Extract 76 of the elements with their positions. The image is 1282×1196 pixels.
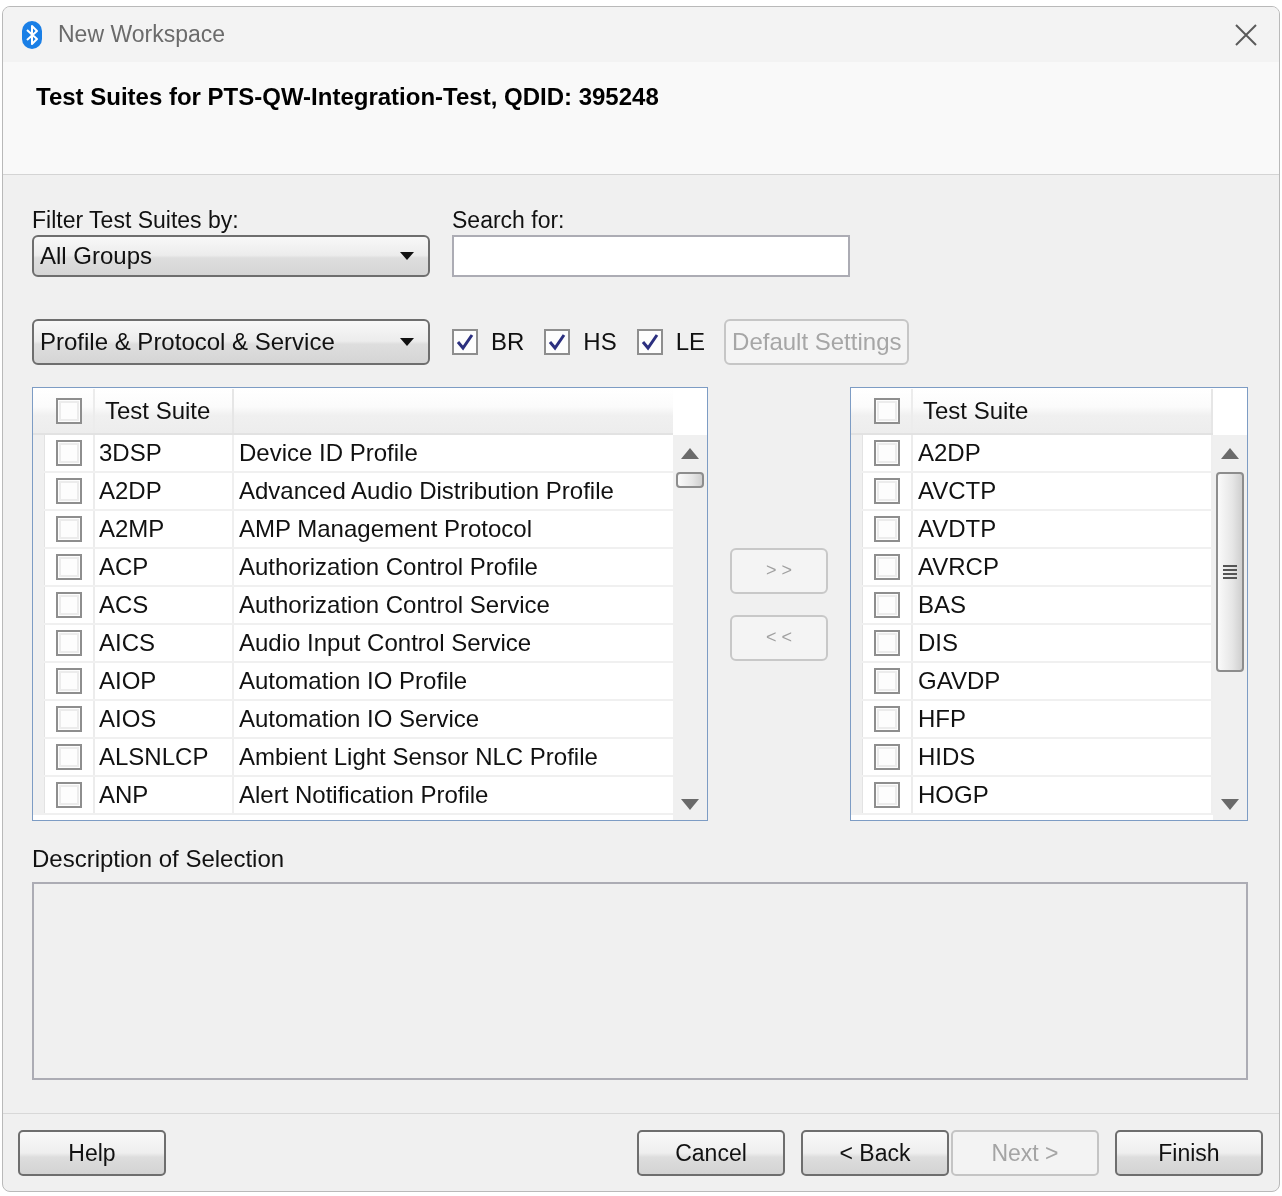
down-arrow-icon[interactable] — [681, 799, 699, 810]
checkbox[interactable] — [874, 592, 900, 618]
checkbox[interactable] — [874, 516, 900, 542]
table-cell: A2MP — [95, 511, 234, 547]
search-field[interactable] — [452, 235, 850, 277]
back-button[interactable]: < Back — [801, 1130, 949, 1176]
help-button[interactable]: Help — [18, 1130, 166, 1176]
checkbox[interactable] — [56, 516, 82, 542]
field-label: Filter Test Suites by: — [32, 206, 239, 234]
column-header[interactable]: Test Suite — [95, 389, 234, 433]
checkbox[interactable] — [56, 554, 82, 580]
checkbox[interactable] — [874, 554, 900, 580]
type-dropdown[interactable]: Profile & Protocol & Service — [32, 319, 430, 365]
table-cell: AICS — [95, 625, 234, 661]
caret-icon — [400, 338, 414, 346]
checkbox[interactable] — [636, 329, 663, 355]
checkbox[interactable] — [874, 782, 900, 808]
table-cell: ACP — [95, 549, 234, 585]
table-cell-text: Advanced Audio Distribution Profile — [238, 476, 615, 506]
grip-icon — [1223, 565, 1237, 579]
table-cell: AIOP — [95, 663, 234, 699]
group-dropdown[interactable]: All Groups — [32, 235, 430, 277]
checkbox[interactable] — [874, 706, 900, 732]
scrollbar-thumb[interactable] — [676, 472, 704, 488]
checkbox[interactable] — [56, 478, 82, 504]
table-cell: A2DP — [95, 473, 234, 509]
close-icon — [1235, 23, 1257, 46]
field-label: Search for: — [452, 206, 565, 234]
checkbox[interactable] — [56, 592, 82, 618]
table-cell: 3DSP — [95, 435, 234, 471]
checkbox-label: LE — [675, 328, 706, 356]
checkbox[interactable] — [452, 329, 478, 355]
scrollbar[interactable] — [1213, 435, 1247, 820]
checkbox[interactable] — [56, 630, 82, 656]
checkbox[interactable] — [56, 782, 82, 808]
table-cell-text: Authorization Control Service — [238, 590, 551, 620]
checkbox[interactable] — [56, 398, 82, 424]
scrollbar-thumb[interactable] — [1216, 472, 1244, 672]
checkbox[interactable] — [544, 329, 571, 355]
checkbox-label: HS — [583, 328, 617, 356]
close-button[interactable] — [1235, 23, 1257, 46]
window-title: New Workspace — [58, 21, 226, 48]
table-cell-text: Automation IO Service — [238, 704, 481, 734]
table-cell-text: Automation IO Profile — [238, 666, 469, 696]
checkbox[interactable] — [56, 744, 82, 770]
table-cell: AIOS — [95, 701, 234, 737]
bluetooth-icon — [22, 20, 42, 49]
section-label: Description of Selection — [32, 845, 285, 873]
up-arrow-icon[interactable] — [1221, 448, 1239, 459]
checkbox[interactable] — [56, 706, 82, 732]
table-cell: ANP — [95, 777, 234, 813]
checkbox[interactable] — [874, 398, 900, 424]
table-cell: ALSNLCP — [95, 739, 234, 775]
checkbox[interactable] — [874, 440, 900, 466]
table-cell-text: Device ID Profile — [238, 438, 419, 468]
finish-button[interactable]: Finish — [1115, 1130, 1263, 1176]
caret-icon — [400, 252, 414, 260]
down-arrow-icon[interactable] — [1221, 799, 1239, 810]
scrollbar[interactable] — [673, 435, 707, 820]
table-cell-text: Authorization Control Profile — [238, 552, 539, 582]
table-cell-text: AMP Management Protocol — [238, 514, 534, 544]
checkbox[interactable] — [56, 668, 82, 694]
checkbox[interactable] — [874, 630, 900, 656]
page-heading: Test Suites for PTS-QW-Integration-Test, QDID: 395248 — [36, 83, 660, 111]
table-cell-text: Alert Notification Profile — [238, 780, 490, 810]
table-cell-text: Audio Input Control Service — [238, 628, 533, 658]
checkbox[interactable] — [874, 744, 900, 770]
checkbox[interactable] — [874, 668, 900, 694]
checkbox[interactable] — [874, 478, 900, 504]
up-arrow-icon[interactable] — [681, 448, 699, 459]
checkbox-label: BR — [491, 328, 525, 356]
table-cell: ACS — [95, 587, 234, 623]
table-cell-text: Ambient Light Sensor NLC Profile — [238, 742, 599, 772]
cancel-button[interactable]: Cancel — [637, 1130, 785, 1176]
checkbox[interactable] — [56, 440, 82, 466]
column-header[interactable]: Test Suite — [913, 389, 1213, 433]
